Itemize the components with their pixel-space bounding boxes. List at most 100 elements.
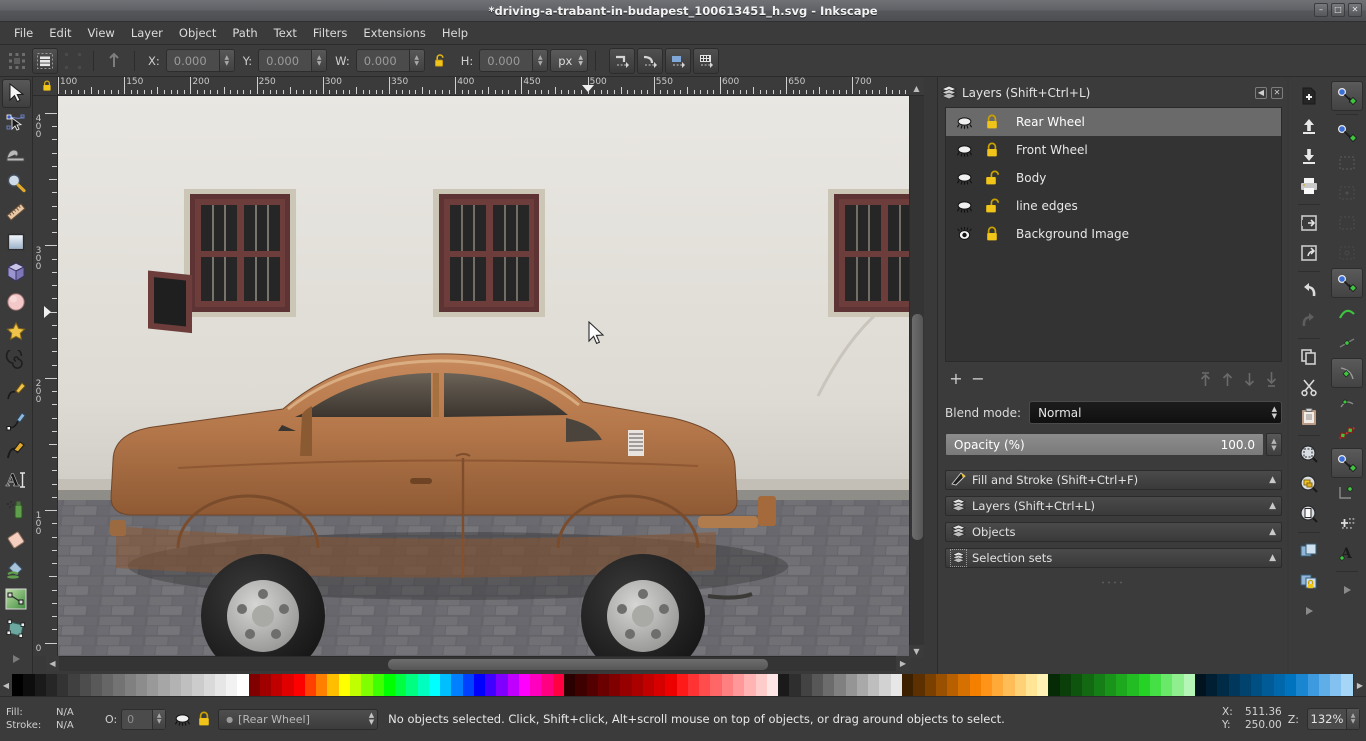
- palette-swatch[interactable]: [1116, 674, 1128, 696]
- palette-swatch[interactable]: [1183, 674, 1195, 696]
- palette-swatch[interactable]: [1138, 674, 1150, 696]
- palette-swatch[interactable]: [1296, 674, 1308, 696]
- palette-swatch[interactable]: [721, 674, 733, 696]
- menu-filters[interactable]: Filters: [305, 23, 355, 43]
- new-document-button[interactable]: [1293, 81, 1325, 111]
- palette-swatch[interactable]: [214, 674, 227, 696]
- palette-swatch[interactable]: [1149, 674, 1162, 696]
- palette-swatch[interactable]: [1251, 674, 1263, 696]
- menu-extensions[interactable]: Extensions: [355, 23, 433, 43]
- zoom-stepper[interactable]: ▲ ▼: [1346, 709, 1359, 729]
- snap-more-button[interactable]: [1331, 575, 1363, 605]
- paste-button[interactable]: [1293, 402, 1325, 432]
- palette-swatch[interactable]: [631, 674, 643, 696]
- undo-button[interactable]: [1293, 275, 1325, 305]
- tool-bezier[interactable]: [2, 406, 31, 435]
- layer-visibility-icon[interactable]: [952, 200, 976, 213]
- x-stepper[interactable]: ▲ ▼: [218, 50, 234, 71]
- palette-swatch[interactable]: [564, 674, 576, 696]
- tool-measure[interactable]: [2, 198, 31, 227]
- palette-swatch[interactable]: [507, 674, 519, 696]
- tool-node-editor[interactable]: [2, 109, 31, 138]
- copy-button[interactable]: [1293, 342, 1325, 372]
- palette-swatch[interactable]: [1161, 674, 1173, 696]
- palette-swatch[interactable]: [248, 674, 260, 696]
- horizontal-ruler[interactable]: 100 150 200 250 300 350 400 450 500 550 600 650 700: [58, 77, 924, 96]
- raise-layer-button[interactable]: [1216, 369, 1238, 389]
- raise-to-top-button[interactable]: [1194, 369, 1216, 389]
- lower-layer-button[interactable]: [1238, 369, 1260, 389]
- y-field[interactable]: ▲▼: [258, 49, 328, 72]
- palette-swatch[interactable]: [1217, 674, 1229, 696]
- palette-swatch[interactable]: [1127, 674, 1139, 696]
- palette-swatch[interactable]: [879, 674, 891, 696]
- palette-swatch[interactable]: [800, 674, 812, 696]
- palette-swatch[interactable]: [57, 674, 69, 696]
- palette-swatch[interactable]: [1048, 674, 1060, 696]
- palette-swatch[interactable]: [901, 674, 914, 696]
- minimize-button[interactable]: –: [1314, 3, 1328, 17]
- palette-swatch[interactable]: [980, 674, 993, 696]
- palette-swatch[interactable]: [192, 674, 204, 696]
- palette-swatch[interactable]: [485, 674, 497, 696]
- palette-swatch[interactable]: [226, 674, 238, 696]
- palette-swatch[interactable]: [158, 674, 170, 696]
- palette-swatch[interactable]: [699, 674, 711, 696]
- current-layer-stepper[interactable]: ▲ ▼: [369, 712, 374, 726]
- palette-swatch[interactable]: [304, 674, 317, 696]
- layer-lock-icon[interactable]: [976, 226, 1008, 242]
- palette-swatch[interactable]: [338, 674, 350, 696]
- palette-swatch[interactable]: [1172, 674, 1184, 696]
- menu-help[interactable]: Help: [434, 23, 476, 43]
- group-button[interactable]: [1293, 566, 1325, 596]
- tool-spiral[interactable]: [2, 347, 31, 376]
- layer-lock-icon[interactable]: [976, 114, 1008, 130]
- snap-bbox-corners-toggle[interactable]: [1331, 178, 1363, 208]
- select-all-in-all-layers-button[interactable]: [32, 47, 58, 74]
- palette-swatch[interactable]: [541, 674, 553, 696]
- palette-swatch[interactable]: [372, 674, 384, 696]
- palette-swatch[interactable]: [361, 674, 373, 696]
- palette-swatch[interactable]: [778, 674, 790, 696]
- tool-tweak[interactable]: [2, 139, 31, 168]
- palette-swatch[interactable]: [1025, 674, 1038, 696]
- palette-swatch[interactable]: [1285, 674, 1297, 696]
- palette-swatch[interactable]: [23, 674, 35, 696]
- palette-swatch[interactable]: [958, 674, 970, 696]
- layer-row-line-edges[interactable]: line edges: [946, 192, 1281, 220]
- vertical-scrollbar-thumb[interactable]: [912, 314, 923, 540]
- zoom-selection-button[interactable]: [1293, 439, 1325, 469]
- palette-swatch[interactable]: [1082, 674, 1094, 696]
- palette-swatch[interactable]: [1239, 674, 1252, 696]
- snap-paths-toggle[interactable]: [1331, 298, 1363, 328]
- palette-swatch[interactable]: [203, 674, 215, 696]
- lower-to-bottom-button[interactable]: [1260, 369, 1282, 389]
- unit-selector[interactable]: px ▲ ▼: [550, 49, 588, 72]
- current-layer-selector[interactable]: ● [Rear Wheel] ▲ ▼: [218, 708, 379, 730]
- palette-swatch[interactable]: [406, 674, 418, 696]
- palette-swatch[interactable]: [180, 674, 193, 696]
- w-stepper[interactable]: ▲ ▼: [408, 50, 424, 71]
- palette-swatch[interactable]: [890, 674, 902, 696]
- snap-smooth-nodes-toggle[interactable]: [1331, 388, 1363, 418]
- vertical-ruler[interactable]: 400 300 200 100 0: [33, 96, 58, 656]
- palette-swatch[interactable]: [1262, 674, 1274, 696]
- palette-swatch[interactable]: [327, 674, 339, 696]
- add-layer-button[interactable]: +: [945, 369, 967, 389]
- palette-swatch[interactable]: [1037, 674, 1049, 696]
- chevron-up-icon[interactable]: ▲: [1269, 527, 1276, 537]
- rotate-90-cw-button[interactable]: [636, 47, 663, 74]
- palette-swatch[interactable]: [766, 674, 779, 696]
- palette-swatch[interactable]: [597, 674, 610, 696]
- palette-swatch[interactable]: [676, 674, 688, 696]
- palette-swatch[interactable]: [913, 674, 925, 696]
- y-stepper[interactable]: ▲ ▼: [311, 50, 327, 71]
- palette-swatch[interactable]: [349, 674, 362, 696]
- layer-list[interactable]: Rear Wheel Front Wheel Body line edges B…: [945, 107, 1282, 362]
- palette-swatch[interactable]: [135, 674, 148, 696]
- status-layer-lock-icon[interactable]: [197, 711, 211, 727]
- opacity-stepper[interactable]: ▲ ▼: [1266, 433, 1282, 456]
- snap-bbox-midpoints-toggle[interactable]: [1331, 208, 1363, 238]
- palette-swatch[interactable]: [259, 674, 272, 696]
- palette-swatch[interactable]: [1318, 674, 1331, 696]
